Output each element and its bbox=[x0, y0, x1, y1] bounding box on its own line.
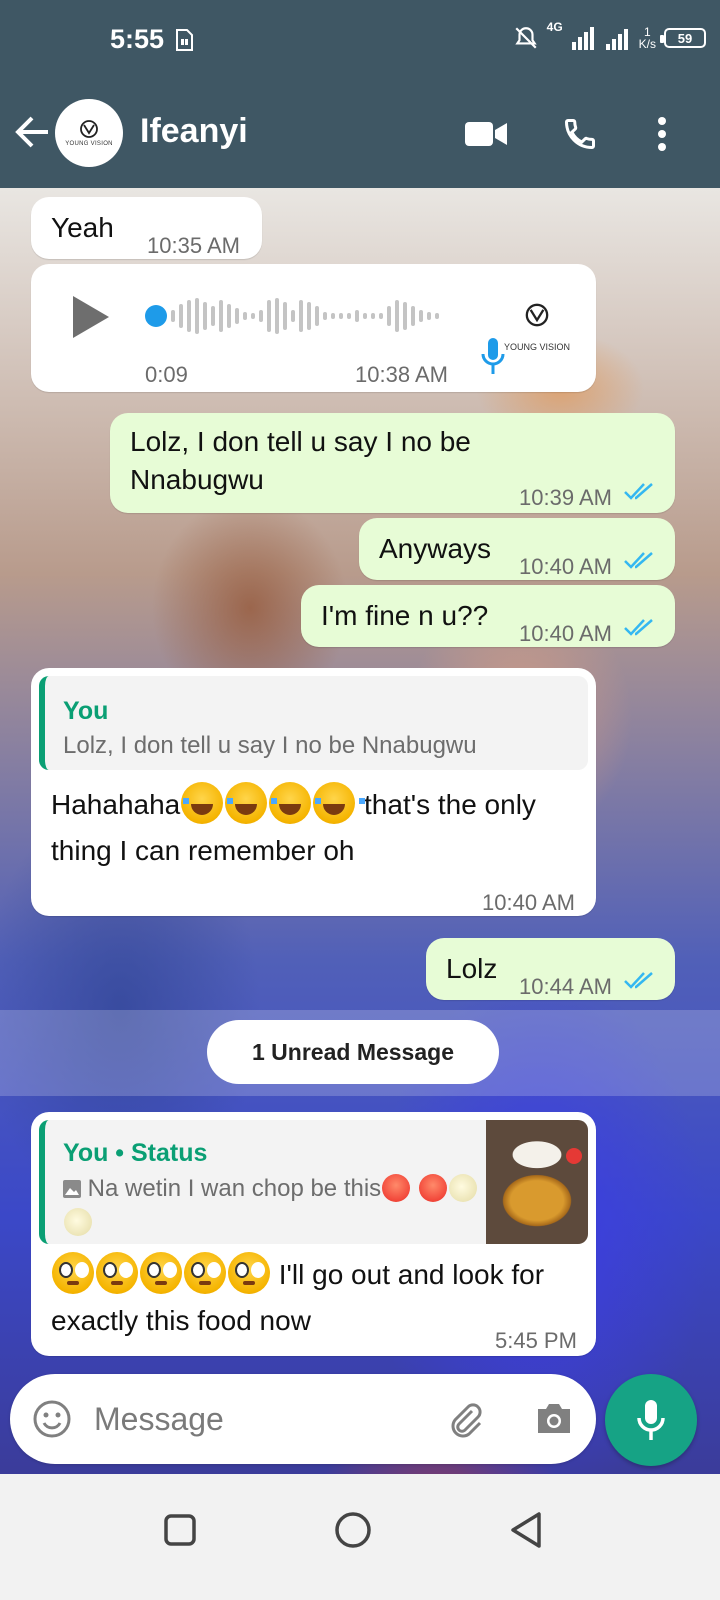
flushed-face-emoji bbox=[52, 1252, 94, 1294]
status-icons: 4G 1 K/s 59 bbox=[513, 20, 706, 56]
message-time: 5:45 PM bbox=[495, 1328, 577, 1353]
camera-button[interactable] bbox=[530, 1395, 578, 1443]
message-text: Lolz bbox=[446, 953, 498, 984]
voice-call-button[interactable] bbox=[556, 110, 604, 158]
message-time: 10:38 AM bbox=[355, 362, 448, 387]
mute-bell-icon bbox=[514, 27, 537, 49]
message-text: Hahahaha that's the only thing I can rem… bbox=[51, 782, 571, 874]
flushed-face-emoji bbox=[140, 1252, 182, 1294]
video-call-button[interactable] bbox=[462, 110, 510, 158]
voice-duration: 0:09 bbox=[145, 362, 188, 387]
quote-text-content: Na wetin I wan chop be this bbox=[87, 1175, 382, 1202]
status-thumbnail[interactable] bbox=[486, 1120, 588, 1244]
tomato-graphic bbox=[566, 1148, 582, 1164]
avatar-logo-text: YOUNG VISION bbox=[503, 342, 570, 352]
signal-icon-2 bbox=[605, 29, 628, 50]
sim-card-icon bbox=[176, 29, 193, 51]
message-time: 10:39 AM bbox=[519, 485, 612, 510]
mic-icon bbox=[481, 338, 505, 374]
voice-message[interactable]: 0:09 10:38 AM YOUNG VISION bbox=[31, 264, 596, 392]
moon-face-emoji bbox=[448, 1174, 477, 1202]
incoming-status-reply[interactable]: You • Status Na wetin I wan chop be this… bbox=[31, 1112, 596, 1356]
more-options-button[interactable] bbox=[638, 110, 686, 158]
voice-sender-avatar: YOUNG VISION bbox=[499, 302, 575, 374]
quote-author: You bbox=[63, 697, 109, 725]
back-arrow-icon[interactable] bbox=[14, 112, 50, 152]
quote-author: You • Status bbox=[63, 1139, 208, 1167]
message-time: 10:40 AM bbox=[482, 890, 575, 915]
message-input[interactable] bbox=[94, 1394, 424, 1444]
paperclip-icon bbox=[451, 1403, 482, 1438]
triangle-back-icon bbox=[511, 1512, 541, 1548]
attach-button[interactable] bbox=[442, 1395, 490, 1443]
camera-icon bbox=[538, 1404, 570, 1433]
chat-header: 5:55 4G 1 K/s 59 YOUNG VISION Ifeanyi bbox=[0, 0, 720, 188]
moon-face-emoji bbox=[64, 1208, 92, 1236]
message-text: Yeah bbox=[51, 212, 114, 243]
emoji-button[interactable] bbox=[28, 1395, 76, 1443]
read-ticks-icon bbox=[624, 972, 653, 989]
status-time: 5:55 bbox=[110, 24, 165, 54]
quote-text: Lolz, I don tell u say I no be Nnabugwu bbox=[63, 732, 477, 759]
read-ticks-icon bbox=[624, 619, 653, 636]
audio-waveform[interactable] bbox=[143, 296, 453, 336]
message-time: 10:35 AM bbox=[147, 233, 240, 258]
battery-level: 59 bbox=[677, 30, 693, 46]
hot-face-emoji bbox=[382, 1174, 411, 1202]
quoted-message[interactable]: You Lolz, I don tell u say I no be Nnabu… bbox=[39, 676, 588, 770]
system-navigation-bar bbox=[0, 1474, 720, 1600]
young-vision-logo bbox=[80, 120, 98, 138]
video-camera-icon bbox=[465, 122, 507, 146]
quoted-status[interactable]: You • Status Na wetin I wan chop be this bbox=[39, 1120, 588, 1244]
network-type: 4G bbox=[546, 20, 563, 34]
contact-name[interactable]: Ifeanyi bbox=[140, 112, 248, 151]
outgoing-message[interactable]: Anyways 10:40 AM bbox=[359, 518, 675, 580]
tears-of-joy-emoji bbox=[181, 782, 234, 824]
flushed-face-emoji bbox=[228, 1252, 270, 1294]
avatar-logo-text: YOUNG VISION bbox=[65, 141, 113, 147]
hot-face-emoji bbox=[418, 1174, 447, 1202]
message-time: 10:40 AM bbox=[519, 621, 612, 646]
smiley-icon bbox=[33, 1400, 71, 1438]
back-button[interactable] bbox=[498, 1502, 554, 1558]
read-ticks-icon bbox=[624, 483, 653, 500]
message-text: I'm fine n u?? bbox=[321, 600, 489, 631]
network-speed: 1 K/s bbox=[638, 25, 656, 51]
recent-apps-button[interactable] bbox=[152, 1502, 208, 1558]
quote-text: Na wetin I wan chop be this bbox=[63, 1172, 483, 1240]
home-button[interactable] bbox=[325, 1502, 381, 1558]
flushed-face-emoji bbox=[96, 1252, 138, 1294]
square-icon bbox=[164, 1514, 196, 1546]
tears-of-joy-emoji bbox=[225, 782, 278, 824]
contact-avatar[interactable]: YOUNG VISION bbox=[55, 99, 123, 167]
flushed-face-emoji bbox=[184, 1252, 226, 1294]
record-voice-button[interactable] bbox=[605, 1374, 697, 1466]
message-composer bbox=[10, 1374, 596, 1464]
message-text-start: Hahahaha bbox=[51, 789, 181, 820]
battery-icon: 59 bbox=[660, 28, 706, 48]
tears-of-joy-emoji bbox=[313, 782, 366, 824]
incoming-reply-message[interactable]: You Lolz, I don tell u say I no be Nnabu… bbox=[31, 668, 596, 916]
outgoing-message[interactable]: I'm fine n u?? 10:40 AM bbox=[301, 585, 675, 647]
young-vision-logo bbox=[525, 303, 549, 327]
chat-background: Yeah 10:35 AM 0:09 10:38 AM YOUNG VISION… bbox=[0, 188, 720, 1474]
kebab-menu-icon bbox=[658, 117, 666, 151]
outgoing-message[interactable]: Lolz, I don tell u say I no be Nnabugwu … bbox=[110, 413, 675, 513]
message-text: Lolz, I don tell u say I no be Nnabugwu bbox=[130, 426, 471, 495]
message-text: I'll go out and look for exactly this fo… bbox=[51, 1252, 571, 1344]
incoming-message[interactable]: Yeah 10:35 AM bbox=[31, 197, 262, 259]
read-ticks-icon bbox=[624, 552, 653, 569]
circle-icon bbox=[335, 1512, 371, 1548]
message-time: 10:40 AM bbox=[519, 554, 612, 579]
microphone-icon bbox=[637, 1400, 665, 1440]
message-time: 10:44 AM bbox=[519, 974, 612, 999]
signal-icon bbox=[571, 27, 594, 50]
unread-messages-label: 1 Unread Message bbox=[207, 1020, 499, 1084]
phone-icon bbox=[564, 119, 595, 150]
message-text: Anyways bbox=[379, 533, 492, 564]
image-icon bbox=[63, 1180, 81, 1198]
tears-of-joy-emoji bbox=[269, 782, 322, 824]
play-icon[interactable] bbox=[71, 294, 111, 340]
outgoing-message[interactable]: Lolz 10:44 AM bbox=[426, 938, 675, 1000]
